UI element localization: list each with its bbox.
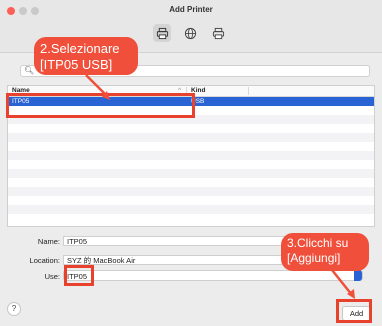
add-printer-window: Add Printer 🔍︎ Name ^ Kind ITP05 USB Nam…: [0, 0, 382, 326]
callout-click-add: 3.Clicchi su [Aggiungi]: [281, 233, 369, 271]
arrow-line: [85, 74, 108, 97]
arrow-line: [331, 269, 353, 296]
callout-select-printer: 2.Selezionare [ITP05 USB]: [34, 37, 138, 75]
